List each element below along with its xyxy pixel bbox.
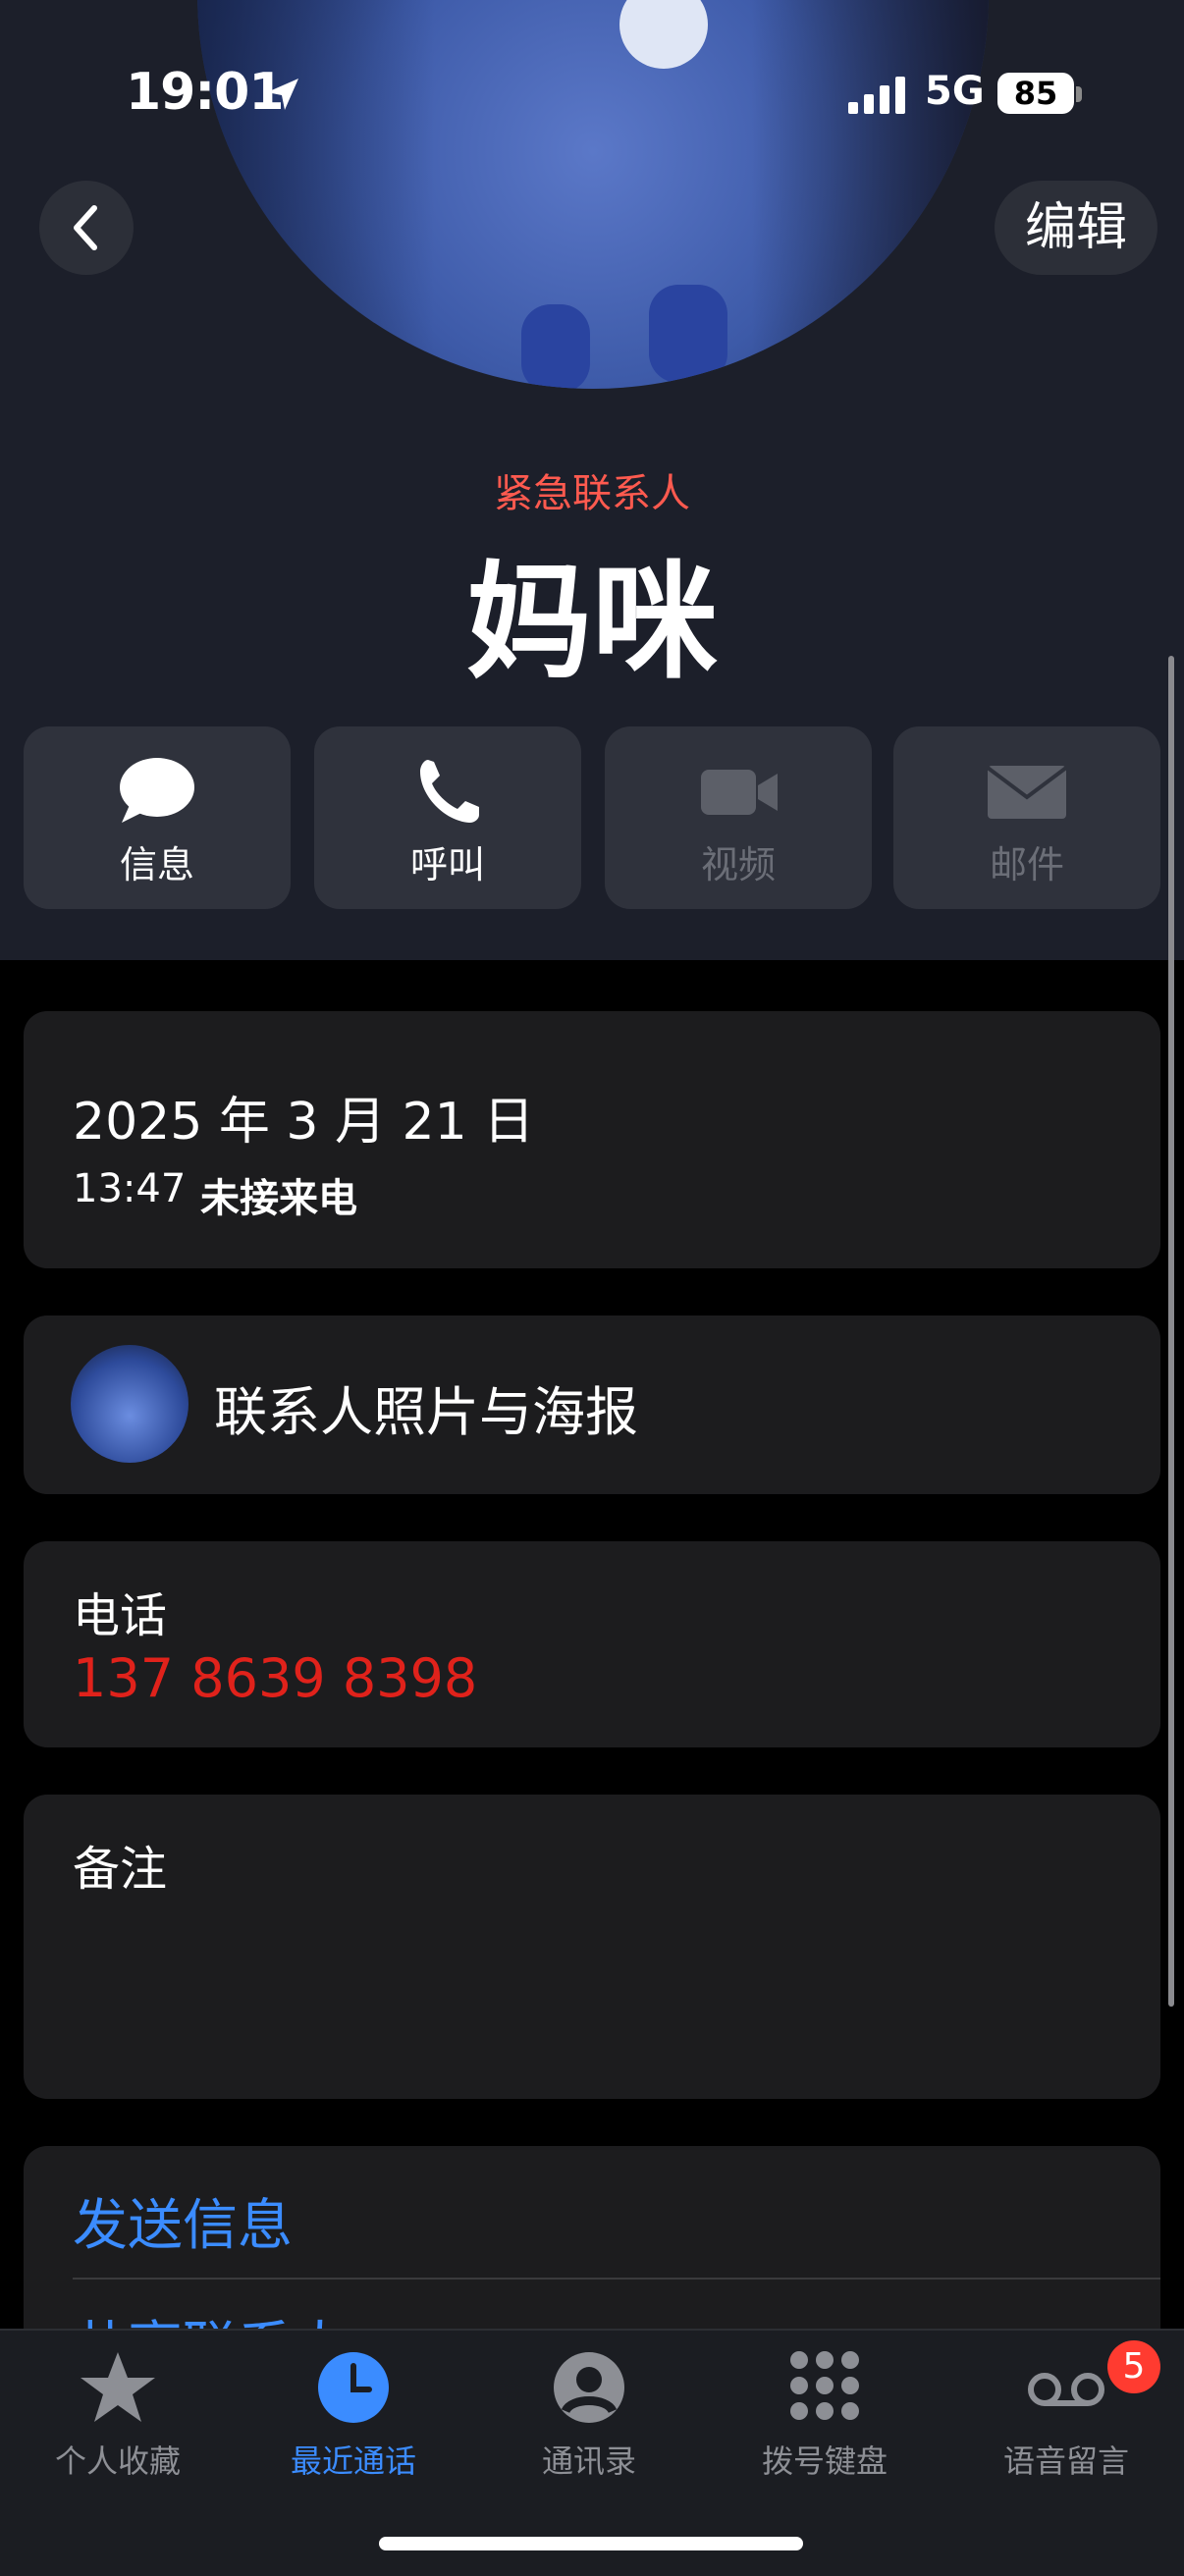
person-circle-icon (554, 2352, 624, 2423)
tab-keypad[interactable]: 拨号键盘 (707, 2331, 942, 2507)
voicemail-badge: 5 (1107, 2340, 1160, 2393)
call-record-card: 2025 年 3 月 21 日 13:47 未接来电 (24, 1011, 1160, 1268)
chevron-left-icon (74, 205, 97, 250)
cellular-signal-icon (848, 77, 905, 114)
scrollbar[interactable] (1168, 656, 1174, 2007)
emergency-contact-label: 紧急联系人 (494, 471, 690, 516)
tab-label: 语音留言 (1002, 2442, 1129, 2480)
phone-label: 电话 (73, 1588, 168, 1643)
edit-button[interactable]: 编辑 (995, 181, 1157, 275)
tab-label: 通讯录 (541, 2442, 636, 2480)
photo-poster-label: 联系人照片与海报 (214, 1381, 638, 1443)
clock-icon (318, 2352, 389, 2423)
status-time: 19:01 (126, 63, 285, 122)
keypad-icon (790, 2351, 859, 2420)
call-type: 未接来电 (200, 1176, 357, 1221)
battery-indicator: 85 (997, 73, 1074, 114)
battery-tip (1076, 86, 1082, 102)
tab-label: 个人收藏 (54, 2442, 181, 2480)
status-bar: 19:01 5G 85 (0, 0, 1184, 187)
network-type: 5G (925, 69, 985, 114)
contact-name: 妈咪 (465, 550, 718, 696)
phone-icon (420, 760, 479, 823)
phone-number[interactable]: 137 8639 8398 (73, 1647, 477, 1709)
send-message-link[interactable]: 发送信息 (73, 2181, 293, 2261)
home-indicator[interactable] (379, 2537, 803, 2550)
call-time: 13:47 (73, 1166, 187, 1211)
call-date: 2025 年 3 月 21 日 (73, 1093, 535, 1152)
tab-recents[interactable]: 最近通话 (236, 2331, 471, 2507)
video-action-button[interactable]: 视频 (605, 726, 872, 909)
contact-photo-poster-row[interactable]: 联系人照片与海报 (24, 1315, 1160, 1494)
star-icon (81, 2352, 155, 2422)
tab-label: 拨号键盘 (761, 2442, 888, 2480)
mail-action-button[interactable]: 邮件 (893, 726, 1160, 909)
location-arrow-icon (267, 79, 298, 110)
notes-card[interactable]: 备注 (24, 1795, 1160, 2099)
action-label: 信息 (119, 843, 194, 886)
notes-label: 备注 (73, 1842, 168, 1897)
contact-header: 19:01 5G 85 编辑 紧急联系人 妈咪 信息 呼叫 视频 邮件 (0, 0, 1184, 960)
back-button[interactable] (39, 181, 134, 275)
message-bubble-icon (120, 758, 194, 823)
action-label: 呼叫 (409, 843, 485, 886)
tab-label: 最近通话 (290, 2442, 416, 2480)
call-action-button[interactable]: 呼叫 (314, 726, 581, 909)
tab-contacts[interactable]: 通讯录 (471, 2331, 707, 2507)
tab-favorites[interactable]: 个人收藏 (0, 2331, 236, 2507)
message-action-button[interactable]: 信息 (24, 726, 291, 909)
action-label: 邮件 (989, 843, 1064, 886)
action-label: 视频 (700, 843, 776, 886)
contact-avatar-thumbnail (71, 1345, 188, 1463)
video-camera-icon (701, 770, 778, 815)
divider (73, 2278, 1160, 2280)
mail-icon (986, 766, 1068, 819)
phone-number-card[interactable]: 电话 137 8639 8398 (24, 1541, 1160, 1747)
